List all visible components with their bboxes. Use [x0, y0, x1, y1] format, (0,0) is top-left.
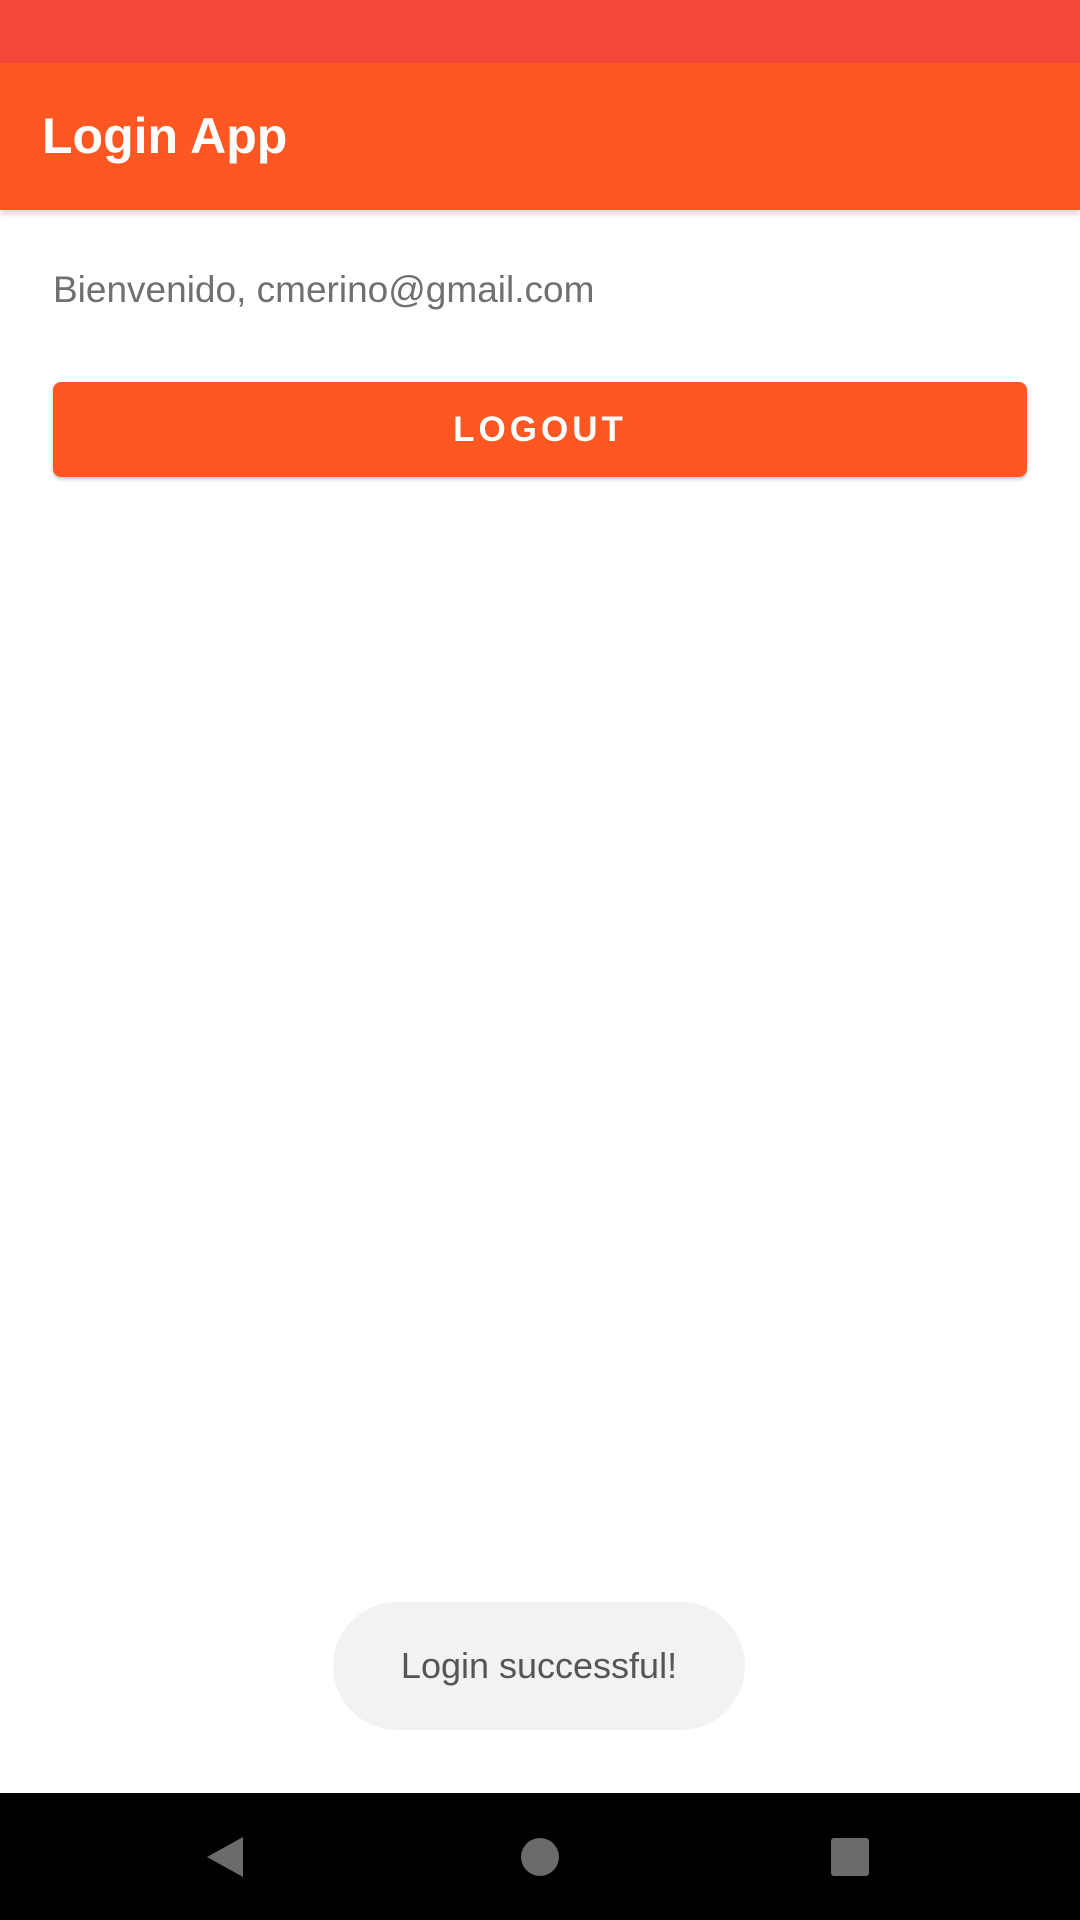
main-content: Bienvenido, cmerino@gmail.com LOGOUT: [0, 210, 1080, 1793]
logout-button[interactable]: LOGOUT: [53, 382, 1027, 477]
back-button[interactable]: [155, 1793, 295, 1920]
home-icon: [521, 1837, 559, 1876]
toast-message: Login successful!: [333, 1602, 745, 1730]
back-icon: [207, 1836, 243, 1877]
recents-button[interactable]: [780, 1793, 920, 1920]
welcome-message: Bienvenido, cmerino@gmail.com: [53, 269, 595, 310]
home-button[interactable]: [470, 1793, 610, 1920]
navigation-bar: [0, 1793, 1080, 1920]
app-title: Login App: [42, 108, 288, 164]
app-bar: Login App: [0, 63, 1080, 210]
recents-icon: [831, 1837, 869, 1876]
status-bar: [0, 0, 1080, 63]
